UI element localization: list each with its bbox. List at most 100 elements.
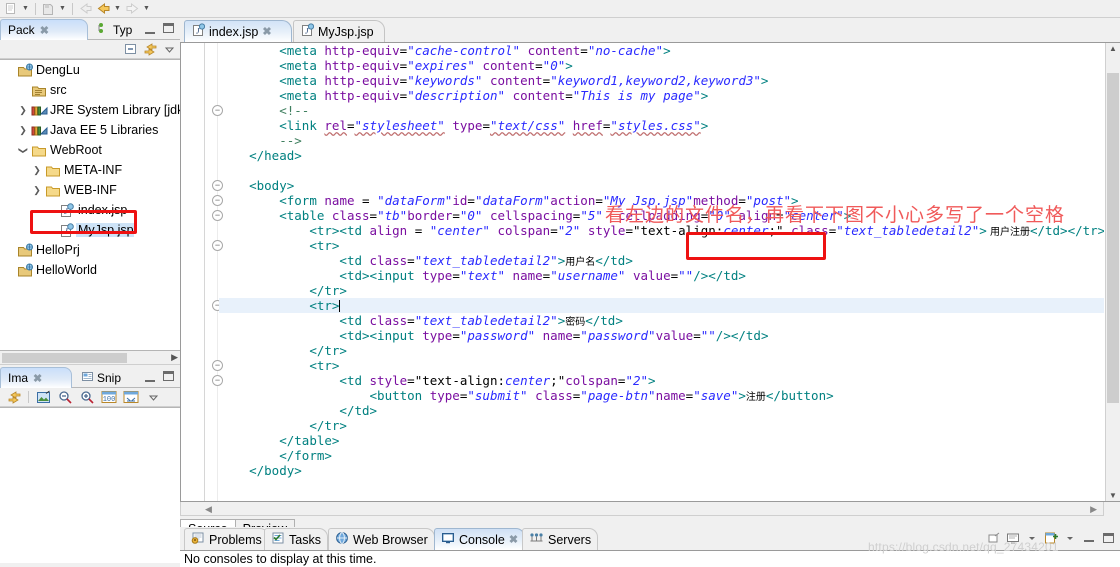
editor-annotation-ruler[interactable] <box>181 43 205 501</box>
code-line[interactable]: <td class="text_tabledetail2">用户名</td> <box>219 253 1104 268</box>
editor-folding-ruler[interactable]: − − − − − − − − <box>206 43 223 501</box>
scrollbar-thumb[interactable] <box>1107 73 1119 403</box>
tree-item-java-ee-5-libraries[interactable]: ❯ Java EE 5 Libraries <box>0 120 180 140</box>
open-console-icon[interactable] <box>1043 530 1059 546</box>
minimize-icon[interactable] <box>145 23 158 34</box>
code-line[interactable]: <td><input type="password" name="passwor… <box>219 328 1104 343</box>
source-editor[interactable]: − − − − − − − − <meta http-equiv="cache-control… <box>180 42 1120 502</box>
scroll-left-arrow[interactable]: ◀ <box>205 504 212 515</box>
sidebar-tab-package-explorer[interactable]: Pack ✖ <box>0 19 88 40</box>
code-line[interactable]: </td> <box>219 403 1104 418</box>
display-selected-console-icon[interactable] <box>1005 530 1021 546</box>
editor-code-content[interactable]: <meta http-equiv="cache-control" content… <box>219 43 1104 501</box>
scroll-right-arrow[interactable]: ▶ <box>1090 504 1097 515</box>
code-line[interactable]: <!-- <box>219 103 1104 118</box>
editor-hscrollbar[interactable]: ◀ ▶ <box>180 502 1104 516</box>
tab-servers[interactable]: Servers <box>522 528 599 550</box>
new-wizard-dropdown-arrow[interactable]: ▼ <box>20 1 31 17</box>
tree-item-src[interactable]: src <box>0 80 180 100</box>
chevron-right-icon[interactable]: ❯ <box>30 165 44 176</box>
code-line[interactable]: <meta http-equiv="expires" content="0"> <box>219 58 1104 73</box>
tree-item-helloprj[interactable]: HelloPrj <box>0 240 180 260</box>
tab-console[interactable]: Console ✖ <box>434 528 526 550</box>
zoom-in-icon[interactable] <box>79 389 95 405</box>
maximize-icon[interactable] <box>163 370 176 383</box>
tab-tasks[interactable]: Tasks <box>264 528 328 550</box>
tree-item-meta-inf[interactable]: ❯ META-INF <box>0 160 180 180</box>
code-line[interactable]: </table> <box>219 433 1104 448</box>
chevron-right-icon[interactable]: ❯ <box>16 105 30 116</box>
code-line[interactable]: <tr> <box>219 238 1104 253</box>
image-view-canvas[interactable] <box>0 407 180 563</box>
code-line[interactable]: </tr> <box>219 418 1104 433</box>
close-icon[interactable]: ✖ <box>40 24 49 37</box>
link-with-editor-icon[interactable] <box>6 389 22 405</box>
code-line[interactable]: <meta http-equiv="cache-control" content… <box>219 43 1104 58</box>
sidebar-tab-snippets[interactable]: Snip <box>74 367 150 388</box>
code-line[interactable]: </body> <box>219 463 1104 478</box>
maximize-icon[interactable] <box>1100 530 1116 546</box>
code-line[interactable]: </tr> <box>219 343 1104 358</box>
console-menu-arrow-icon[interactable] <box>1024 530 1040 546</box>
code-line[interactable]: <meta http-equiv="description" content="… <box>219 88 1104 103</box>
tree-item-webroot[interactable]: ❯ WebRoot <box>0 140 180 160</box>
close-icon[interactable]: ✖ <box>33 372 42 385</box>
collapse-all-icon[interactable] <box>123 41 139 57</box>
minimize-icon[interactable] <box>145 371 158 382</box>
scrollbar-thumb[interactable] <box>2 353 127 363</box>
sidebar-tab-image[interactable]: Ima ✖ <box>0 367 72 388</box>
back-dropdown-arrow[interactable]: ▼ <box>112 1 123 17</box>
editor-vscrollbar[interactable]: ▲ ▼ <box>1105 43 1120 501</box>
chevron-right-icon[interactable]: ❯ <box>30 185 44 196</box>
code-line[interactable]: <tr> <box>219 298 1104 313</box>
chevron-right-icon[interactable]: ❯ <box>16 125 30 136</box>
pin-console-icon[interactable] <box>986 530 1002 546</box>
code-line[interactable]: <meta http-equiv="keywords" content="key… <box>219 73 1104 88</box>
close-icon[interactable]: ✖ <box>509 533 518 546</box>
tree-item-helloworld[interactable]: HelloWorld <box>0 260 180 280</box>
image-thumbnail-icon[interactable] <box>35 389 51 405</box>
code-line[interactable]: <td><input type="text" name="username" v… <box>219 268 1104 283</box>
editor-tab-index-jsp[interactable]: J index.jsp ✖ <box>184 20 292 42</box>
tree-item-jre-system-library-jdk[interactable]: ❯ JRE System Library [jdk <box>0 100 180 120</box>
package-explorer-tree[interactable]: DengLu src ❯ JRE System Library [jdk ❯ Java E… <box>0 59 180 351</box>
code-line[interactable]: <td style="text-align:center;"colspan="2… <box>219 373 1104 388</box>
view-menu-icon[interactable] <box>161 41 177 57</box>
code-line[interactable]: </tr> <box>219 283 1104 298</box>
editor-tab-myjsp-jsp[interactable]: J MyJsp.jsp <box>293 20 385 42</box>
code-line[interactable]: <td class="text_tabledetail2">密码</td> <box>219 313 1104 328</box>
back-icon[interactable] <box>94 1 112 17</box>
code-line[interactable]: <tr> <box>219 358 1104 373</box>
tree-item-web-inf[interactable]: ❯ WEB-INF <box>0 180 180 200</box>
package-explorer-hscrollbar[interactable]: ▶ <box>0 351 180 365</box>
tab-web-browser[interactable]: Web Browser <box>328 528 435 550</box>
forward-dropdown-arrow[interactable]: ▼ <box>141 1 152 17</box>
code-line[interactable]: <link rel="stylesheet" type="text/css" h… <box>219 118 1104 133</box>
scroll-right-arrow[interactable]: ▶ <box>171 352 178 363</box>
code-line[interactable]: <button type="submit" class="page-btn"na… <box>219 388 1104 403</box>
link-with-editor-icon[interactable] <box>142 41 158 57</box>
view-menu-icon[interactable] <box>145 389 161 405</box>
save-dropdown-arrow[interactable]: ▼ <box>57 1 68 17</box>
save-icon[interactable] <box>39 1 57 17</box>
fit-to-window-icon[interactable] <box>123 389 139 405</box>
zoom-out-icon[interactable] <box>57 389 73 405</box>
tree-item-denglu[interactable]: DengLu <box>0 60 180 80</box>
chevron-down-icon[interactable]: ❯ <box>18 143 29 157</box>
close-icon[interactable]: ✖ <box>262 25 271 38</box>
open-console-arrow-icon[interactable] <box>1062 530 1078 546</box>
maximize-icon[interactable] <box>163 22 176 35</box>
new-wizard-icon[interactable] <box>2 1 20 17</box>
tree-item-index-jsp[interactable]: Jindex.jsp <box>0 200 180 220</box>
zoom-100-icon[interactable]: 100 <box>101 389 117 405</box>
minimize-icon[interactable] <box>1081 530 1097 546</box>
code-line[interactable] <box>219 163 1104 178</box>
tab-problems[interactable]: Problems <box>184 528 269 550</box>
scroll-down-arrow[interactable]: ▼ <box>1109 491 1117 500</box>
code-line[interactable]: </form> <box>219 448 1104 463</box>
code-line[interactable]: <body> <box>219 178 1104 193</box>
code-line[interactable]: </head> <box>219 148 1104 163</box>
code-line[interactable]: --> <box>219 133 1104 148</box>
tree-item-myjsp-jsp[interactable]: J MyJsp.jsp <box>0 220 180 240</box>
scroll-up-arrow[interactable]: ▲ <box>1109 44 1117 53</box>
